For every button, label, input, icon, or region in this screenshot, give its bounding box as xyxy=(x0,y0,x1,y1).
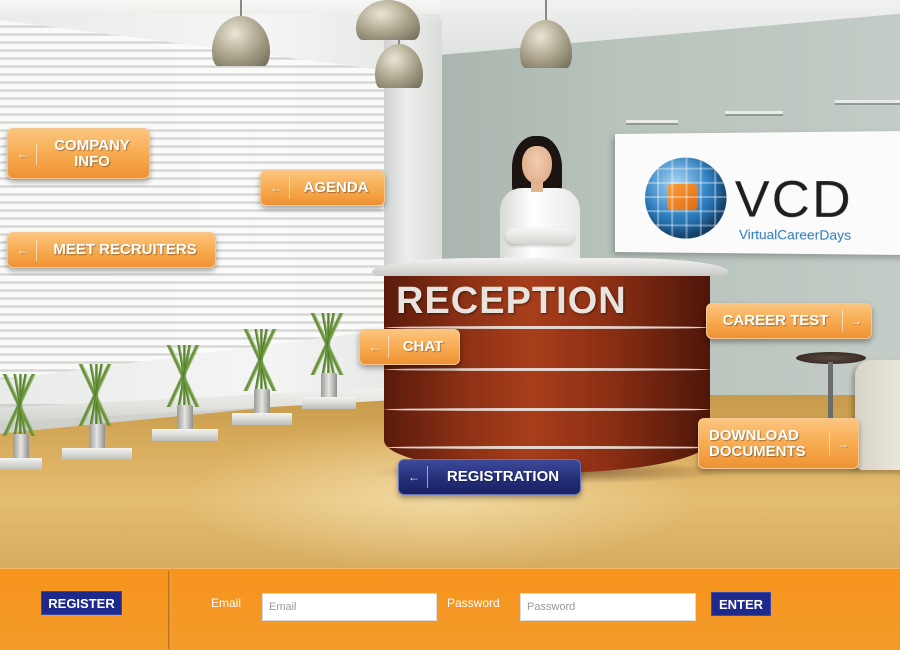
email-label: Email xyxy=(211,596,241,610)
career-test-button[interactable]: CAREER TEST → xyxy=(706,303,872,339)
download-documents-label-line2: DOCUMENTS xyxy=(709,443,806,460)
arrow-left-icon: ← xyxy=(16,146,30,162)
bar-divider xyxy=(168,571,171,649)
pendant-lamp xyxy=(356,0,420,40)
agenda-button[interactable]: ← AGENDA xyxy=(260,170,385,206)
sofa xyxy=(855,360,900,470)
wall-light xyxy=(626,120,678,125)
desk-countertop xyxy=(372,258,728,276)
side-table-leg xyxy=(828,362,833,418)
meet-recruiters-label: MEET RECRUITERS xyxy=(43,242,215,258)
registration-label: REGISTRATION xyxy=(434,469,580,485)
register-button[interactable]: REGISTER xyxy=(41,591,122,615)
download-documents-label-line1: DOWNLOAD xyxy=(709,427,799,444)
enter-button[interactable]: ENTER xyxy=(711,592,771,616)
pendant-lamp xyxy=(375,38,423,88)
receptionist xyxy=(492,136,588,264)
arrow-left-icon: ← xyxy=(16,242,30,258)
company-info-button[interactable]: ← COMPANY INFO xyxy=(7,128,150,179)
planter xyxy=(302,295,356,409)
arrow-left-icon: ← xyxy=(368,339,382,355)
planter xyxy=(232,305,292,425)
planter xyxy=(0,340,42,470)
wall-light xyxy=(725,111,783,116)
planter xyxy=(62,330,132,460)
download-documents-button[interactable]: DOWNLOAD DOCUMENTS → xyxy=(698,418,859,469)
meet-recruiters-button[interactable]: ← MEET RECRUITERS xyxy=(7,232,216,268)
planter xyxy=(152,315,218,441)
email-field[interactable] xyxy=(262,593,437,621)
logo-subtitle: VirtualCareerDays xyxy=(739,227,851,243)
pendant-lamp xyxy=(212,0,270,66)
desk-sign: RECEPTION xyxy=(396,280,627,323)
chat-label: CHAT xyxy=(395,339,459,355)
arrow-right-icon: → xyxy=(849,313,863,329)
arrow-left-icon: ← xyxy=(407,469,421,485)
agenda-label: AGENDA xyxy=(296,180,384,196)
chat-button[interactable]: ← CHAT xyxy=(359,329,460,365)
wall-light xyxy=(835,100,900,105)
reception-desk: RECEPTION xyxy=(384,268,710,473)
pendant-lamp xyxy=(520,0,572,68)
vcd-logo-panel: VCD VirtualCareerDays xyxy=(615,131,900,255)
company-info-label-line1: COMPANY xyxy=(54,137,130,154)
arrow-left-icon: ← xyxy=(269,180,283,196)
password-field[interactable] xyxy=(520,593,696,621)
password-label: Password xyxy=(447,596,500,610)
login-bar: REGISTER Email Password ENTER xyxy=(0,568,900,650)
logo-name: VCD xyxy=(735,173,853,225)
arrow-right-icon: → xyxy=(836,436,850,452)
career-test-label: CAREER TEST xyxy=(707,313,836,329)
company-info-label-line2: INFO xyxy=(74,153,110,170)
globe-logo-icon xyxy=(645,157,727,239)
registration-button[interactable]: ← REGISTRATION xyxy=(398,459,581,495)
